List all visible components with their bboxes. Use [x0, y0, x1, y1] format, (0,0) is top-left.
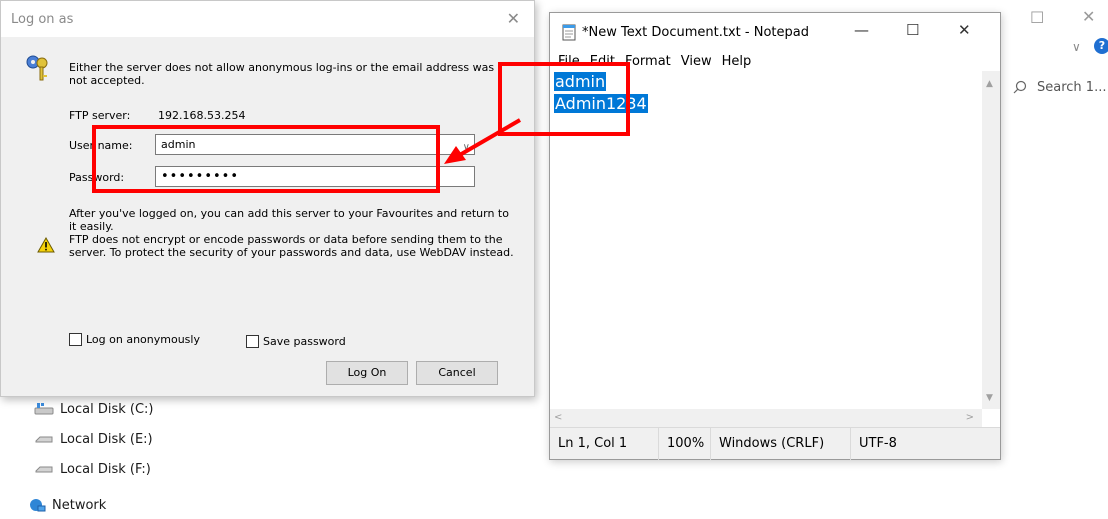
chevron-down-icon[interactable]: ∨	[463, 138, 470, 157]
notepad-titlebar: *New Text Document.txt - Notepad — ☐ ✕	[550, 13, 1000, 51]
save-password-checkbox[interactable]: Save password	[246, 335, 346, 348]
close-icon[interactable]: ✕	[507, 9, 520, 28]
search-box[interactable]: Search 1...	[1000, 72, 1108, 102]
warning-icon	[37, 237, 55, 253]
info-text: After you've logged on, you can add this…	[69, 207, 514, 259]
nav-item-label: Local Disk (C:)	[60, 401, 154, 417]
dialog-title: Log on as	[11, 11, 74, 27]
cancel-button[interactable]: Cancel	[416, 361, 498, 385]
status-zoom: 100%	[658, 427, 710, 460]
scroll-up-icon[interactable]: ▲	[986, 79, 993, 89]
status-bar: Ln 1, Col 1 100% Windows (CRLF) UTF-8	[550, 427, 1000, 460]
security-warning-text: FTP does not encrypt or encode passwords…	[69, 233, 514, 259]
network-icon	[30, 499, 46, 512]
keys-icon	[26, 55, 48, 81]
status-encoding: UTF-8	[850, 427, 990, 460]
nav-item-local-disk-c[interactable]: Local Disk (C:)	[34, 398, 153, 420]
minimize-icon[interactable]: —	[854, 21, 869, 39]
log-on-button[interactable]: Log On	[326, 361, 408, 385]
maximize-icon[interactable]: ☐	[1030, 10, 1044, 26]
checkbox-label: Log on anonymously	[86, 333, 200, 346]
nav-item-local-disk-f[interactable]: Local Disk (F:)	[34, 458, 151, 480]
nav-item-label: Network	[52, 497, 107, 513]
help-icon[interactable]: ?	[1094, 38, 1108, 54]
notepad-title: *New Text Document.txt - Notepad	[582, 24, 809, 40]
nav-item-label: Local Disk (F:)	[60, 461, 151, 477]
maximize-icon[interactable]: ☐	[906, 21, 919, 39]
dialog-message: Either the server does not allow anonymo…	[69, 61, 495, 87]
scroll-down-icon[interactable]: ▼	[986, 393, 993, 403]
search-icon	[1013, 80, 1027, 94]
credentials-highlight-box	[92, 125, 440, 193]
nav-item-network[interactable]: Network	[26, 494, 106, 516]
ftp-server-label: FTP server:	[69, 109, 131, 122]
status-line-ending: Windows (CRLF)	[710, 427, 850, 460]
nav-item-local-disk-e[interactable]: Local Disk (E:)	[34, 428, 153, 450]
vertical-scrollbar[interactable]: ▲ ▼	[982, 71, 1000, 409]
checkbox-label: Save password	[263, 335, 346, 348]
scroll-left-icon[interactable]: <	[554, 412, 562, 423]
scroll-right-icon[interactable]: >	[966, 412, 974, 423]
windows-drive-icon	[34, 403, 54, 415]
menu-view[interactable]: View	[681, 54, 712, 69]
chevron-down-icon[interactable]: ∨	[1072, 40, 1081, 54]
close-icon[interactable]: ✕	[958, 21, 971, 39]
favourites-info: After you've logged on, you can add this…	[69, 207, 509, 233]
drive-icon	[35, 436, 53, 443]
notepad-highlight-box	[498, 62, 630, 136]
menu-help[interactable]: Help	[722, 54, 752, 69]
horizontal-scrollbar[interactable]: < >	[550, 409, 982, 427]
ftp-server-value: 192.168.53.254	[158, 109, 246, 122]
status-position: Ln 1, Col 1	[558, 435, 628, 451]
checkbox-box[interactable]	[69, 333, 82, 346]
menu-format[interactable]: Format	[625, 54, 671, 69]
dialog-titlebar: Log on as ✕	[1, 1, 534, 37]
log-on-anonymously-checkbox[interactable]: Log on anonymously	[69, 333, 200, 346]
checkbox-box[interactable]	[246, 335, 259, 348]
close-icon[interactable]: ✕	[1082, 9, 1095, 25]
search-placeholder: Search 1...	[1037, 79, 1107, 95]
drive-icon	[35, 466, 53, 473]
notepad-icon	[562, 24, 576, 41]
logon-dialog: Log on as ✕ Either the server does not a…	[0, 0, 535, 397]
nav-item-label: Local Disk (E:)	[60, 431, 153, 447]
